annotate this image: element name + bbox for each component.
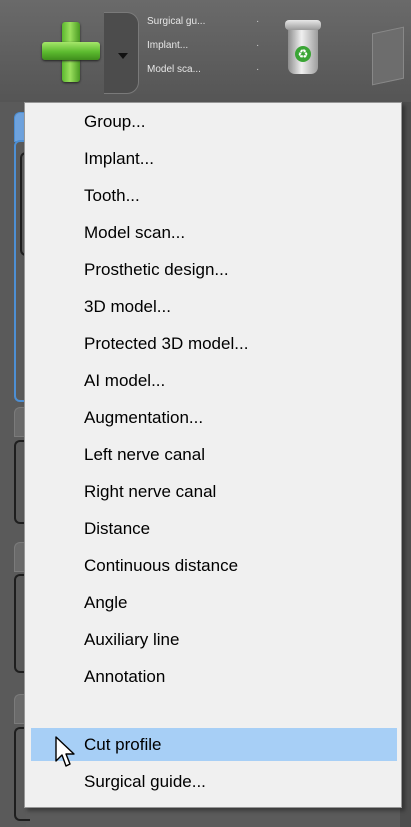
menu-item-continuous-distance[interactable]: Continuous distance xyxy=(31,549,397,582)
menu-item-angle[interactable]: Angle xyxy=(31,586,397,619)
menu-item-model-scan[interactable]: Model scan... xyxy=(31,216,397,249)
menu-item-distance[interactable]: Distance xyxy=(31,512,397,545)
chevron-down-icon xyxy=(118,53,128,59)
menu-item-auxiliary-line[interactable]: Auxiliary line xyxy=(31,623,397,656)
menu-item-right-nerve-canal[interactable]: Right nerve canal xyxy=(31,475,397,508)
add-object-dropdown-button[interactable] xyxy=(104,12,139,94)
menu-item-protected-3d-model[interactable]: Protected 3D model... xyxy=(31,327,397,360)
menu-item-augmentation[interactable]: Augmentation... xyxy=(31,401,397,434)
toolbar-button-partial[interactable] xyxy=(372,26,404,86)
add-object-menu: Group... Implant... Tooth... Model scan.… xyxy=(24,102,402,808)
menu-item-ai-model[interactable]: AI model... xyxy=(31,364,397,397)
menu-item-left-nerve-canal[interactable]: Left nerve canal xyxy=(31,438,397,471)
main-toolbar: Surgical gu... · Implant... · Model sca.… xyxy=(0,0,411,102)
menu-item-implant[interactable]: Implant... xyxy=(31,142,397,175)
object-panel xyxy=(0,102,30,827)
menu-item-prosthetic-design[interactable]: Prosthetic design... xyxy=(31,253,397,286)
recent-item-1[interactable]: Surgical gu... xyxy=(147,16,205,27)
menu-item-tooth[interactable]: Tooth... xyxy=(31,179,397,212)
menu-item-group[interactable]: Group... xyxy=(31,105,397,138)
recent-item-2[interactable]: Implant... xyxy=(147,40,188,51)
arrow-cursor-icon xyxy=(55,736,75,767)
trash-icon xyxy=(285,20,321,30)
menu-item-annotation[interactable]: Annotation xyxy=(31,660,397,693)
menu-item-surgical-guide[interactable]: Surgical guide... xyxy=(31,765,397,798)
menu-item-cut-profile[interactable]: Cut profile xyxy=(31,728,397,761)
recycle-icon: ♻ xyxy=(295,46,311,62)
add-object-button[interactable] xyxy=(40,16,102,88)
menu-item-3d-model[interactable]: 3D model... xyxy=(31,290,397,323)
recent-item-3[interactable]: Model sca... xyxy=(147,64,201,75)
delete-button[interactable]: ♻ xyxy=(283,18,323,80)
